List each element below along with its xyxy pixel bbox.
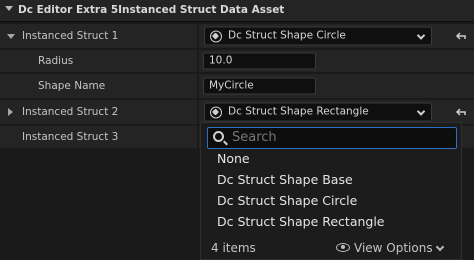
property-value-cell: MyCircle	[199, 74, 474, 98]
struct-type-value: Dc Struct Shape Circle	[228, 29, 346, 42]
eye-icon[interactable]	[336, 243, 350, 252]
struct-type-combo[interactable]: Dc Struct Shape Circle	[204, 26, 432, 46]
property-label: Shape Name	[38, 80, 106, 92]
expander-right-icon[interactable]	[8, 108, 13, 116]
view-options-button[interactable]: View Options	[354, 241, 433, 255]
reset-to-default-icon[interactable]	[455, 31, 467, 41]
property-label: Instanced Struct 3	[22, 131, 119, 143]
property-label: Radius	[38, 55, 74, 67]
property-name-cell: Instanced Struct 1	[0, 24, 197, 48]
struct-picker-dropdown: Search None Dc Struct Shape Base Dc Stru…	[200, 122, 462, 260]
radius-field[interactable]: 10.0	[203, 52, 316, 70]
property-name-cell: Shape Name	[0, 74, 197, 98]
details-section-header[interactable]: Dc Editor Extra 5Instanced Struct Data A…	[0, 0, 474, 22]
struct-icon	[210, 106, 222, 119]
dropdown-footer: 4 items View Options	[201, 239, 461, 259]
property-label: Instanced Struct 1	[22, 30, 119, 42]
shape-name-field[interactable]: MyCircle	[203, 77, 316, 95]
chevron-down-icon[interactable]	[435, 242, 445, 252]
option-dc-struct-shape-rectangle[interactable]: Dc Struct Shape Rectangle	[217, 214, 385, 229]
struct-icon	[210, 30, 222, 43]
section-title: Dc Editor Extra 5Instanced Struct Data A…	[18, 4, 285, 16]
property-label: Instanced Struct 2	[22, 106, 119, 118]
item-count: 4 items	[211, 241, 256, 255]
search-input[interactable]: Search	[207, 127, 457, 149]
reset-to-default-icon[interactable]	[455, 107, 467, 117]
chevron-down-icon	[416, 107, 426, 116]
property-row-instanced-struct-1: Instanced Struct 1 Dc Struct Shape Circl…	[0, 24, 474, 48]
struct-type-value: Dc Struct Shape Rectangle	[228, 105, 369, 118]
expander-down-icon[interactable]	[7, 34, 15, 39]
option-dc-struct-shape-base[interactable]: Dc Struct Shape Base	[217, 172, 353, 187]
struct-type-combo[interactable]: Dc Struct Shape Rectangle	[204, 102, 432, 122]
search-icon	[213, 131, 224, 142]
chevron-down-icon[interactable]	[5, 6, 13, 11]
property-value-cell: Dc Struct Shape Rectangle	[199, 100, 474, 124]
property-value-cell: 10.0	[199, 50, 474, 72]
property-name-cell: Instanced Struct 3	[0, 126, 197, 148]
property-row-radius: Radius 10.0	[0, 50, 474, 72]
property-name-cell: Instanced Struct 2	[0, 100, 197, 124]
search-placeholder: Search	[232, 130, 277, 145]
property-row-shape-name: Shape Name MyCircle	[0, 74, 474, 98]
chevron-down-icon	[416, 31, 426, 40]
option-dc-struct-shape-circle[interactable]: Dc Struct Shape Circle	[217, 193, 357, 208]
property-name-cell: Radius	[0, 50, 197, 72]
option-none[interactable]: None	[217, 151, 250, 166]
property-value-cell: Dc Struct Shape Circle	[199, 24, 474, 48]
property-row-instanced-struct-2: Instanced Struct 2 Dc Struct Shape Recta…	[0, 100, 474, 124]
